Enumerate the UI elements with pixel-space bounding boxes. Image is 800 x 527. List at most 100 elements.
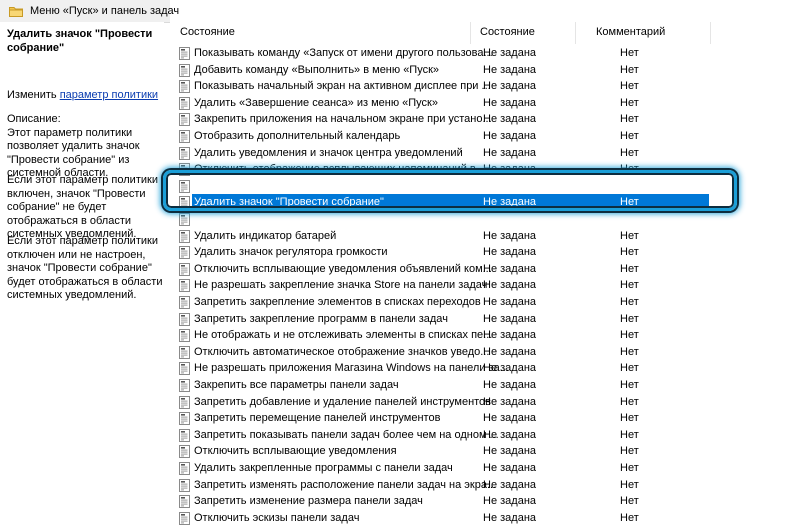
policy-state: Не задана (483, 80, 537, 93)
policy-name: Запретить показывать панели задач более … (194, 428, 499, 441)
policy-setting-icon (179, 478, 191, 492)
policy-name: Запретить изменять расположение панели з… (194, 478, 497, 491)
policy-setting-icon (179, 80, 191, 94)
disabled-text: Если этот параметр политики отключен или… (7, 235, 163, 301)
column-divider[interactable] (575, 22, 576, 44)
policy-state: Не задана (483, 445, 537, 458)
policy-row[interactable]: Добавить команду «Выполнить» в меню «Пус… (170, 62, 800, 79)
policy-row[interactable]: Запретить перемещение панелей инструмент… (170, 410, 800, 427)
policy-state: Не задана (483, 96, 537, 109)
folder-icon (9, 6, 23, 17)
policy-name: Удалить закрепленные программы с панели … (194, 462, 453, 474)
policy-state: Не задана (483, 395, 537, 408)
policy-state: Не задана (483, 229, 537, 242)
policy-row[interactable]: Запретить показывать панели задач более … (170, 427, 800, 444)
highlight-callout (163, 170, 737, 211)
policy-name: Показывать команду «Запуск от имени друг… (194, 47, 493, 59)
policy-setting-icon (179, 279, 191, 293)
policy-comment: Нет (620, 63, 639, 76)
edit-prefix: Изменить (7, 89, 60, 101)
policy-row[interactable]: Закрепить все параметры панели задач Не з… (170, 377, 800, 394)
policy-comment: Нет (620, 478, 639, 491)
policy-row[interactable]: Не разрешать приложения Магазина Windows… (170, 360, 800, 377)
policy-row[interactable]: Удалить закрепленные программы с панели … (170, 460, 800, 477)
policy-setting-icon (179, 296, 191, 309)
policy-state: Не задана (483, 63, 537, 76)
policy-row[interactable]: Отключить всплывающие уведомления Не зада… (170, 443, 800, 460)
policy-row[interactable]: Отключить автоматическое отображение зна… (170, 344, 800, 361)
policy-setting-icon (179, 495, 191, 509)
policy-name: Отключить всплывающие уведомления (194, 445, 397, 458)
policy-setting-icon (179, 412, 191, 426)
column-header-name[interactable]: Состояние (180, 26, 235, 38)
policy-name: Удалить «Завершение сеанса» из меню «Пус… (194, 96, 438, 109)
policy-comment: Нет (620, 495, 639, 508)
policy-row[interactable]: Не отображать и не отслеживать элементы … (170, 327, 800, 344)
policy-state: Не задана (483, 478, 537, 491)
policy-comment: Нет (620, 345, 639, 358)
policy-name: Закрепить приложения на начальном экране… (194, 113, 492, 126)
policy-setting-icon (179, 146, 191, 160)
policy-title: Удалить значок "Провести собрание" (7, 28, 153, 54)
policy-row[interactable] (170, 211, 800, 228)
policy-name: Не отображать и не отслеживать элементы … (194, 329, 493, 342)
policy-row[interactable]: Запретить изменять расположение панели з… (170, 477, 800, 494)
policy-comment: Нет (620, 445, 639, 458)
policy-state: Не задана (483, 130, 537, 142)
policy-state: Не задана (483, 511, 537, 524)
policy-setting-icon (179, 246, 191, 260)
policy-state: Не задана (483, 495, 537, 508)
policy-setting-icon (179, 262, 191, 276)
policy-comment: Нет (620, 246, 639, 259)
policy-state: Не задана (483, 296, 537, 308)
policy-comment: Нет (620, 229, 639, 242)
policy-name: Запретить закрепление элементов в списка… (194, 296, 481, 308)
policy-row[interactable]: Не разрешать закрепление значка Store на… (170, 277, 800, 294)
policy-setting-icon (179, 362, 191, 376)
column-header-state[interactable]: Состояние (480, 26, 535, 38)
policy-row[interactable]: Отключить всплывающие уведомления объявл… (170, 261, 800, 278)
edit-policy-link[interactable]: параметр политики (60, 89, 158, 101)
policy-row[interactable]: Отобразить дополнительный календарь Не за… (170, 128, 800, 145)
breadcrumb: Меню «Пуск» и панель задач (0, 0, 179, 23)
policy-state: Не задана (483, 345, 537, 358)
policy-name: Отобразить дополнительный календарь (194, 130, 401, 142)
policy-row[interactable]: Запретить изменение размера панели задач… (170, 493, 800, 510)
policy-state: Не задана (483, 362, 537, 375)
policy-setting-icon (179, 379, 191, 392)
policy-row[interactable]: Показывать начальный экран на активном д… (170, 78, 800, 95)
policy-name: Удалить уведомления и значок центра увед… (194, 146, 463, 159)
policy-comment: Нет (620, 47, 639, 59)
policy-setting-icon (179, 345, 191, 359)
policy-comment: Нет (620, 130, 639, 142)
policy-row[interactable]: Удалить значок регулятора громкости Не за… (170, 244, 800, 261)
policy-comment: Нет (620, 96, 639, 109)
policy-row[interactable]: Удалить «Завершение сеанса» из меню «Пус… (170, 95, 800, 112)
policy-name: Запретить закрепление программ в панели … (194, 312, 448, 325)
policy-row[interactable]: Показывать команду «Запуск от имени друг… (170, 45, 800, 62)
policy-row[interactable]: Отключить эскизы панели задач Не задана Не… (170, 510, 800, 527)
policy-name: Добавить команду «Выполнить» в меню «Пус… (194, 63, 440, 76)
policy-comment: Нет (620, 362, 639, 375)
policy-comment: Нет (620, 80, 639, 93)
policy-comment: Нет (620, 395, 639, 408)
column-header-comment[interactable]: Комментарий (596, 26, 665, 38)
policy-list: Состояние Состояние Комментарий Показыва… (170, 22, 800, 525)
policy-row[interactable]: Закрепить приложения на начальном экране… (170, 111, 800, 128)
policy-name: Удалить индикатор батарей (194, 229, 337, 242)
policy-setting-icon (179, 47, 191, 60)
policy-row[interactable]: Запретить закрепление программ в панели … (170, 311, 800, 328)
policy-row[interactable]: Удалить индикатор батарей Не задана Нет (170, 228, 800, 245)
policy-row[interactable]: Запретить добавление и удаление панелей … (170, 394, 800, 411)
policy-setting-icon (179, 511, 191, 525)
policy-row[interactable]: Запретить закрепление элементов в списка… (170, 294, 800, 311)
policy-setting-icon (179, 445, 191, 459)
policy-comment: Нет (620, 296, 639, 308)
policy-comment: Нет (620, 329, 639, 342)
policy-setting-icon (179, 329, 191, 343)
policy-row[interactable]: Удалить уведомления и значок центра увед… (170, 145, 800, 162)
column-divider[interactable] (470, 22, 471, 44)
policy-comment: Нет (620, 146, 639, 159)
policy-name: Отключить всплывающие уведомления объявл… (194, 262, 492, 275)
list-header: Состояние Состояние Комментарий (170, 22, 800, 44)
